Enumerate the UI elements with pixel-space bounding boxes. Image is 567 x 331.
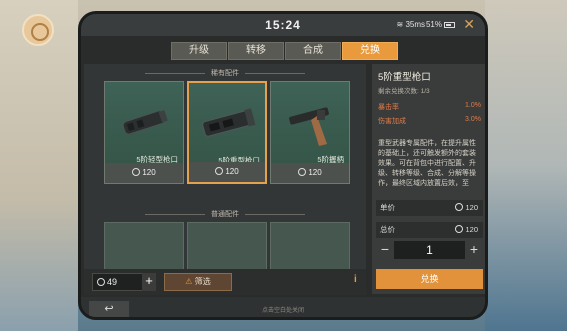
filter-label: 筛选 — [194, 277, 211, 286]
battery: 51% — [426, 20, 455, 29]
item-card-grip[interactable]: 5阶握柄 120 — [270, 81, 350, 184]
total-price-row: 总价 120 — [376, 222, 483, 238]
item-price: 120 — [271, 163, 349, 183]
grip-icon — [289, 107, 329, 146]
unit-price-row: 单价 120 — [376, 200, 483, 216]
wifi-icon: ≋ — [396, 20, 404, 29]
coin-icon — [132, 168, 141, 176]
item-price: 120 — [105, 163, 183, 183]
tab-exchange[interactable]: 兑换 — [342, 42, 398, 60]
tab-synthesize[interactable]: 合成 — [285, 42, 341, 60]
wallet-bar: 49 + ⚠ 筛选 i — [84, 269, 366, 295]
coin-icon — [455, 225, 464, 233]
filter-button[interactable]: ⚠ 筛选 — [164, 273, 232, 291]
coin-icon — [455, 203, 464, 211]
increase-button[interactable]: + — [465, 241, 483, 259]
status-bar: 15:24 ≋ 35ms 51% ✕ — [81, 14, 485, 36]
unit-price-amount: 120 — [465, 203, 478, 212]
exchange-button[interactable]: 兑换 — [376, 269, 483, 289]
item-card-heavy-muzzle[interactable]: 5阶重型枪口 120 — [187, 81, 267, 184]
stat-row: 伤害加成 3.0% — [378, 116, 481, 126]
item-price-value: 120 — [142, 168, 156, 177]
item-detail-panel: 5阶重型枪口 剩余兑换次数: 1/3 暴击率 1.0% 伤害加成 3.0% 重型武器… — [372, 64, 485, 294]
item-art — [271, 82, 349, 164]
total-price-amount: 120 — [465, 225, 478, 234]
total-price-value: 120 — [455, 222, 478, 238]
item-card-light-muzzle[interactable]: 5阶轻型枪口 120 — [104, 81, 184, 184]
item-price: 120 — [189, 162, 265, 182]
warning-icon: ⚠ — [185, 277, 193, 286]
close-icon[interactable]: ✕ — [463, 16, 475, 33]
quantity-field[interactable]: 1 — [394, 241, 465, 259]
stat-value: 3.0% — [465, 116, 481, 123]
stat-value: 1.0% — [465, 102, 481, 109]
muzzle-icon — [122, 110, 168, 135]
item-price-value: 120 — [308, 168, 322, 177]
stat-label: 伤害加成 — [378, 118, 406, 125]
game-logo — [22, 14, 54, 46]
section-common: 普通配件 — [84, 209, 366, 219]
battery-icon — [444, 22, 455, 28]
footer-bar: ↩ 点击空白处关闭 — [81, 297, 485, 317]
stat-label: 暴击率 — [378, 104, 399, 111]
background-right — [485, 0, 567, 331]
add-currency-button[interactable]: + — [142, 273, 156, 291]
coin-icon — [298, 168, 307, 176]
muzzle-icon — [202, 108, 256, 137]
tab-upgrade[interactable]: 升级 — [171, 42, 227, 60]
item-art — [105, 82, 183, 164]
unit-price-label: 单价 — [380, 203, 395, 212]
item-art — [189, 83, 265, 165]
remaining-exchanges: 剩余兑换次数: 1/3 — [378, 88, 430, 95]
tab-bar: 升级 转移 合成 兑换 — [171, 42, 398, 60]
info-icon[interactable]: i — [354, 274, 366, 288]
latency-text: 35ms — [405, 20, 425, 29]
currency-amount: 49 — [107, 277, 118, 287]
footer-hint: 点击空白处关闭 — [261, 308, 304, 314]
battery-text: 51% — [425, 20, 442, 29]
tab-transfer[interactable]: 转移 — [228, 42, 284, 60]
device-window: 15:24 ≋ 35ms 51% ✕ 升级 转移 合成 兑换 稀有配件 5阶轻型… — [78, 11, 488, 320]
quantity-stepper: − 1 + — [376, 241, 483, 259]
detail-title: 5阶重型枪口 — [378, 72, 431, 83]
item-grid-panel: 稀有配件 5阶轻型枪口 120 5阶重型枪口 120 5阶握柄 120 普通配件 — [84, 64, 366, 292]
coin-icon — [97, 278, 105, 286]
unit-price-value: 120 — [455, 200, 478, 216]
item-description: 重型武器专属配件，在提升属性的基础上，还可触发额外的套装效果。可在背包中进行配置… — [378, 140, 476, 187]
stat-row: 暴击率 1.0% — [378, 102, 481, 112]
total-price-label: 总价 — [380, 225, 395, 234]
background-left — [0, 0, 78, 331]
section-rare: 稀有配件 — [84, 68, 366, 78]
coin-icon — [215, 167, 224, 175]
decrease-button[interactable]: − — [376, 241, 394, 259]
wifi-signal: ≋ 35ms — [397, 20, 426, 29]
item-price-value: 120 — [225, 167, 239, 176]
